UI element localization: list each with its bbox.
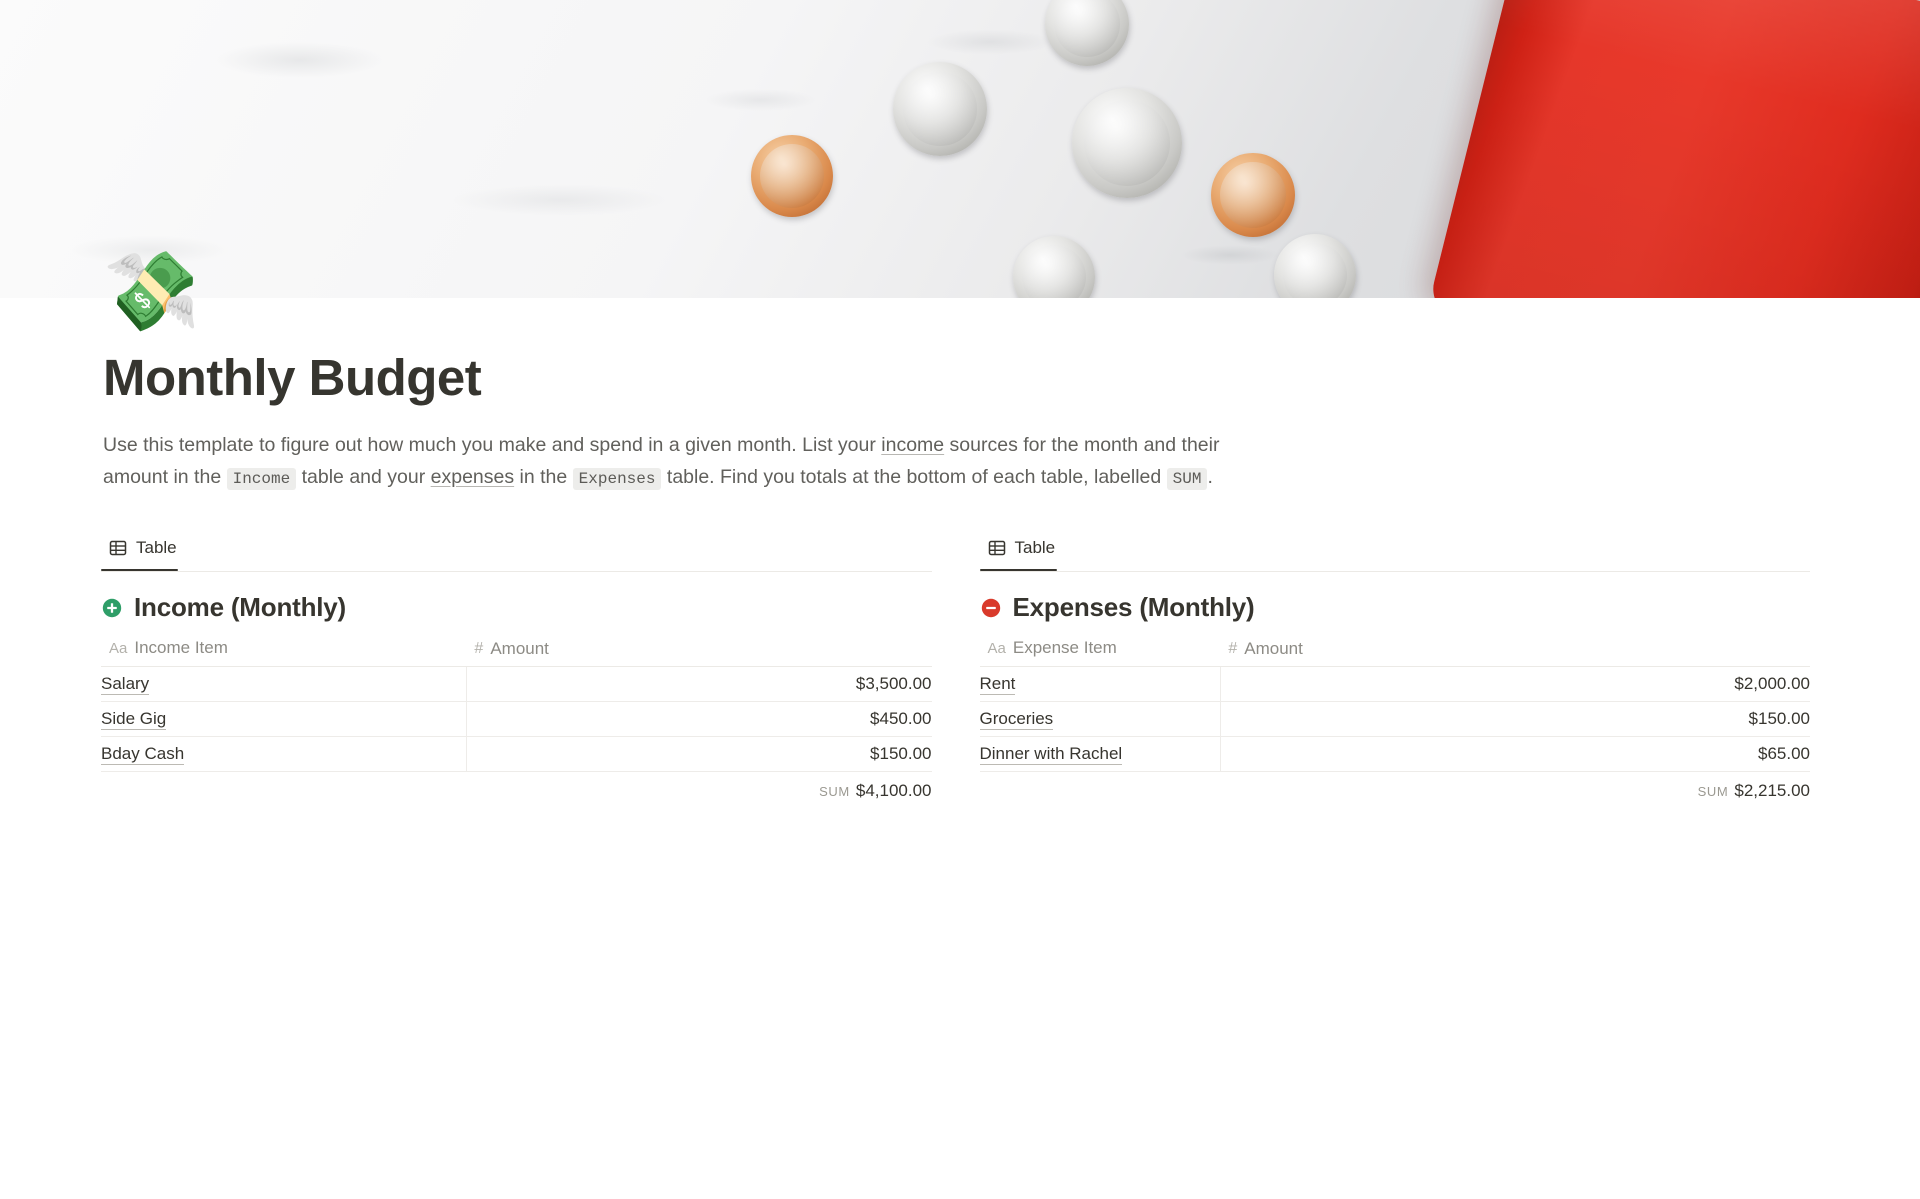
active-tab-underline bbox=[101, 568, 178, 572]
expenses-row-name[interactable]: Groceries bbox=[979, 701, 1221, 737]
description-text-4: in the bbox=[514, 465, 573, 488]
income-table-body: Salary $3,500.00 Side Gig $450.00 Bday C… bbox=[101, 666, 932, 809]
database-columns: Table Income (Monthly) Aa Income Item # … bbox=[0, 531, 1920, 809]
income-row-amount[interactable]: $150.00 bbox=[466, 736, 932, 772]
income-row-amount[interactable]: $450.00 bbox=[466, 701, 932, 737]
description-text-6: . bbox=[1207, 465, 1213, 488]
income-row-name[interactable]: Bday Cash bbox=[101, 736, 467, 772]
tabs-divider bbox=[101, 571, 932, 573]
table-grid-icon bbox=[988, 539, 1006, 557]
expenses-sum-row: SUM $2,215.00 bbox=[980, 771, 1810, 809]
page-description: Use this template to figure out how much… bbox=[0, 430, 1355, 493]
table-row[interactable]: Bday Cash $150.00 bbox=[101, 736, 932, 772]
income-link[interactable]: income bbox=[881, 434, 944, 456]
income-sum-spacer bbox=[101, 771, 466, 809]
text-type-icon: Aa bbox=[109, 639, 128, 657]
expenses-row-amount[interactable]: $65.00 bbox=[1220, 736, 1810, 772]
table-row[interactable]: Salary $3,500.00 bbox=[101, 666, 932, 702]
tab-table-expenses[interactable]: Table bbox=[980, 531, 1064, 565]
coin-quarter bbox=[893, 62, 987, 156]
expenses-table: Aa Expense Item # Amount Rent $2,000.00 … bbox=[979, 630, 1810, 809]
income-sum-row: SUM $4,100.00 bbox=[101, 771, 931, 809]
income-col-amount-header[interactable]: # Amount bbox=[466, 630, 932, 667]
expenses-col-name-header[interactable]: Aa Expense Item bbox=[979, 630, 1221, 667]
tab-label: Table bbox=[1014, 538, 1056, 558]
red-notebook-object bbox=[1426, 0, 1920, 298]
sum-label: SUM bbox=[1697, 783, 1729, 799]
tab-table-income[interactable]: Table bbox=[101, 531, 185, 565]
description-text-1: Use this template to figure out how much… bbox=[103, 434, 882, 457]
tabs-divider bbox=[979, 571, 1810, 573]
expenses-row-amount[interactable]: $2,000.00 bbox=[1220, 666, 1810, 702]
page-title[interactable]: Monthly Budget bbox=[0, 298, 1920, 406]
income-col-name-label: Income Item bbox=[134, 638, 228, 658]
coin-penny bbox=[1211, 153, 1295, 237]
page-body: 💸 Monthly Budget Use this template to fi… bbox=[0, 247, 1920, 809]
coin-penny bbox=[751, 135, 833, 217]
income-table-header-row: Aa Income Item # Amount bbox=[101, 630, 932, 667]
income-table: Aa Income Item # Amount Salary $3,500.00… bbox=[101, 630, 932, 809]
table-row[interactable]: Groceries $150.00 bbox=[979, 701, 1810, 737]
number-type-icon: # bbox=[1228, 639, 1238, 657]
table-row[interactable]: Dinner with Rachel $65.00 bbox=[979, 736, 1810, 772]
table-row[interactable]: Side Gig $450.00 bbox=[101, 701, 932, 737]
coin-quarter bbox=[1072, 88, 1182, 198]
sum-code-chip: SUM bbox=[1166, 467, 1208, 490]
text-type-icon: Aa bbox=[987, 639, 1006, 657]
row-title-link[interactable]: Salary bbox=[101, 673, 150, 695]
active-tab-underline bbox=[979, 568, 1057, 572]
expenses-sum-cell[interactable]: SUM $2,215.00 bbox=[1220, 771, 1810, 809]
row-title-link[interactable]: Dinner with Rachel bbox=[979, 743, 1123, 765]
expenses-database-block: Table Expenses (Monthly) Aa Expense Item… bbox=[979, 531, 1811, 809]
expenses-title-text: Expenses (Monthly) bbox=[1012, 592, 1255, 623]
expenses-sum-value: $2,215.00 bbox=[1734, 780, 1810, 800]
page-cover[interactable] bbox=[0, 0, 1920, 298]
red-minus-circle-icon bbox=[980, 597, 1002, 619]
money-with-wings-emoji[interactable]: 💸 bbox=[103, 245, 200, 337]
income-row-name[interactable]: Side Gig bbox=[101, 701, 467, 737]
expenses-database-title[interactable]: Expenses (Monthly) bbox=[980, 592, 1811, 623]
tab-label: Table bbox=[136, 538, 177, 558]
expenses-row-name[interactable]: Rent bbox=[979, 666, 1221, 702]
expenses-sum-spacer bbox=[980, 771, 1221, 809]
row-title-link[interactable]: Bday Cash bbox=[101, 743, 185, 765]
expenses-row-amount[interactable]: $150.00 bbox=[1220, 701, 1810, 737]
description-text-5: table. Find you totals at the bottom of … bbox=[661, 465, 1167, 488]
table-grid-icon bbox=[109, 539, 127, 557]
income-sum-cell[interactable]: SUM $4,100.00 bbox=[466, 771, 931, 809]
expenses-link[interactable]: expenses bbox=[431, 466, 514, 488]
expenses-col-amount-label: Amount bbox=[1244, 638, 1303, 658]
green-plus-circle-icon bbox=[101, 597, 123, 619]
income-database-block: Table Income (Monthly) Aa Income Item # … bbox=[101, 531, 932, 809]
income-database-title[interactable]: Income (Monthly) bbox=[101, 592, 932, 623]
row-title-link[interactable]: Rent bbox=[979, 673, 1016, 695]
expenses-table-header-row: Aa Expense Item # Amount bbox=[979, 630, 1810, 667]
income-col-amount-label: Amount bbox=[490, 638, 549, 658]
number-type-icon: # bbox=[474, 639, 484, 657]
expenses-table-body: Rent $2,000.00 Groceries $150.00 Dinner … bbox=[979, 666, 1810, 809]
description-text-3: table and your bbox=[296, 465, 431, 488]
expenses-col-name-label: Expense Item bbox=[1012, 638, 1117, 658]
income-col-name-header[interactable]: Aa Income Item bbox=[101, 630, 467, 667]
expenses-view-tabs: Table bbox=[979, 531, 1811, 572]
income-row-amount[interactable]: $3,500.00 bbox=[466, 666, 932, 702]
row-title-link[interactable]: Groceries bbox=[979, 708, 1054, 730]
income-sum-value: $4,100.00 bbox=[855, 780, 932, 800]
expenses-col-amount-header[interactable]: # Amount bbox=[1220, 630, 1810, 667]
sum-label: SUM bbox=[819, 783, 850, 799]
income-code-chip: Income bbox=[226, 467, 297, 490]
table-row[interactable]: Rent $2,000.00 bbox=[979, 666, 1810, 702]
row-title-link[interactable]: Side Gig bbox=[101, 708, 167, 730]
income-title-text: Income (Monthly) bbox=[134, 592, 347, 623]
expenses-code-chip: Expenses bbox=[572, 467, 662, 490]
income-row-name[interactable]: Salary bbox=[101, 666, 467, 702]
income-view-tabs: Table bbox=[101, 531, 932, 572]
expenses-row-name[interactable]: Dinner with Rachel bbox=[979, 736, 1221, 772]
